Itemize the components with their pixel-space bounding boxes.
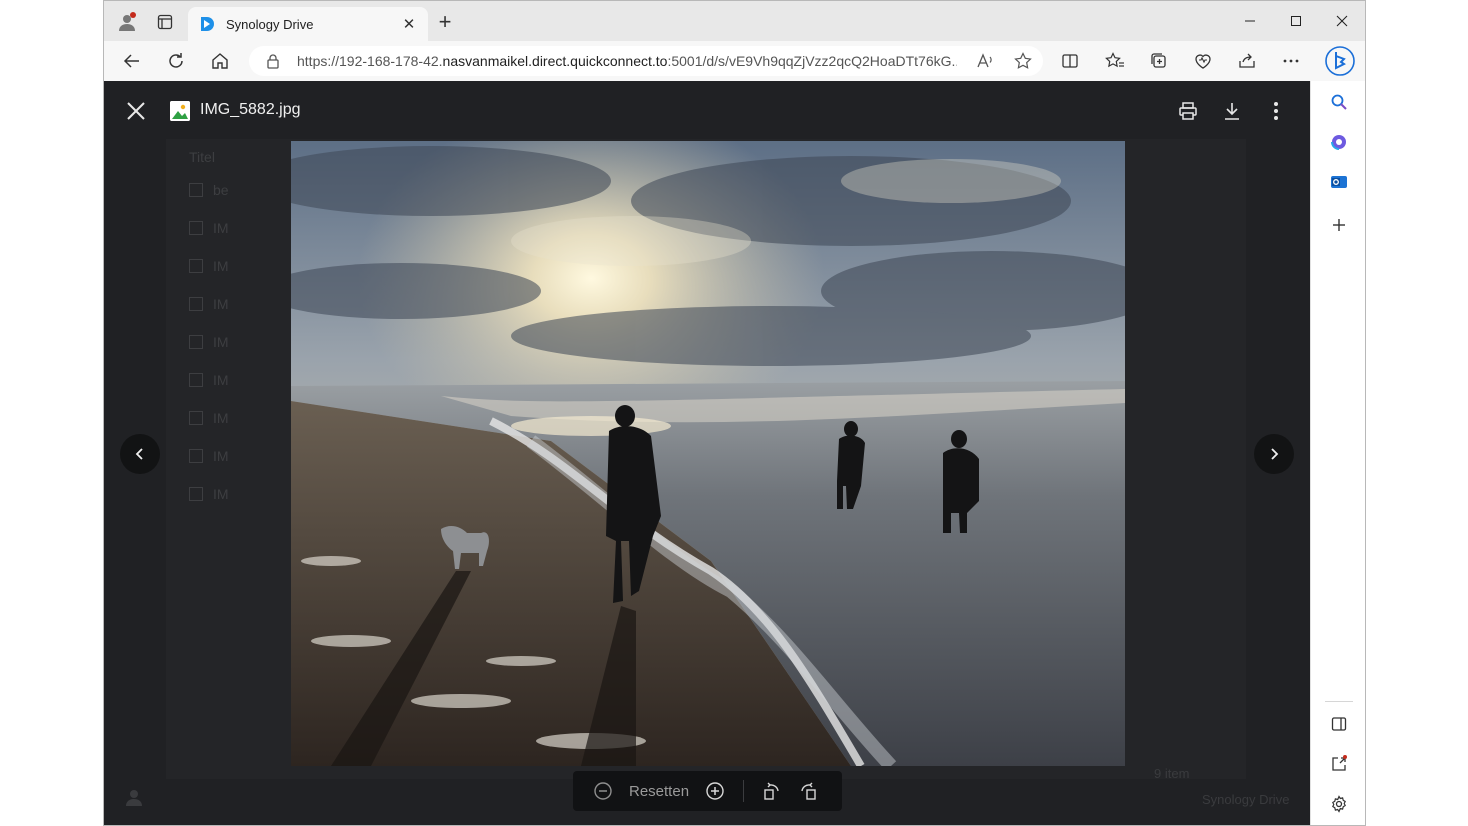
split-screen-icon[interactable]	[1059, 50, 1081, 72]
file-icon	[189, 487, 203, 501]
back-icon[interactable]	[121, 50, 143, 72]
favorite-star-icon[interactable]	[1013, 51, 1033, 71]
row-label: IM	[213, 448, 229, 464]
background-row: be	[189, 180, 229, 200]
background-row: IM	[189, 446, 229, 466]
sidebar-outlook-icon[interactable]	[1328, 171, 1350, 193]
more-menu-icon[interactable]	[1280, 50, 1302, 72]
file-icon	[189, 183, 203, 197]
image-viewer: Titel be IM IM IM IM IM IM IM IM 9 item …	[104, 81, 1310, 825]
url-text[interactable]: https://192-168-178-42.nasvanmaikel.dire…	[297, 53, 957, 69]
row-label: IM	[213, 220, 229, 236]
file-icon	[189, 297, 203, 311]
new-tab-button[interactable]: +	[435, 11, 455, 33]
file-icon	[189, 335, 203, 349]
bing-copilot-icon[interactable]	[1325, 46, 1355, 76]
download-icon[interactable]	[1220, 99, 1244, 123]
background-row: IM	[189, 370, 229, 390]
background-column-header: Titel	[189, 147, 215, 167]
row-label: IM	[213, 334, 229, 350]
tab-bar: Synology Drive ✕ +	[104, 1, 1365, 41]
background-row: IM	[189, 484, 229, 504]
background-user-icon	[124, 787, 144, 807]
background-row: IM	[189, 408, 229, 428]
lock-icon[interactable]	[265, 53, 281, 69]
row-label: IM	[213, 410, 229, 426]
viewer-close-icon[interactable]	[124, 99, 148, 123]
collections-icon[interactable]	[1148, 50, 1170, 72]
chevron-left-icon	[135, 448, 143, 460]
image-file-icon	[170, 101, 190, 121]
background-row: IM	[189, 218, 229, 238]
zoom-out-icon[interactable]	[591, 779, 615, 803]
background-row: IM	[189, 332, 229, 352]
address-row: https://192-168-178-42.nasvanmaikel.dire…	[104, 41, 1365, 81]
background-item-count: 9 item	[1154, 766, 1190, 781]
beach-photo	[291, 141, 1125, 766]
url-path: :5001/d/s/vE9Vh9qqZjVzz2qcQ2HoaDTt76kG..…	[667, 53, 957, 69]
row-label: be	[213, 182, 229, 198]
tab-actions-icon[interactable]	[154, 11, 176, 33]
zoom-reset-button[interactable]: Resetten	[629, 783, 689, 800]
sidebar-settings-icon[interactable]	[1328, 793, 1350, 815]
column-header-title: Titel	[189, 149, 215, 165]
toolbar-divider	[743, 780, 745, 802]
file-icon	[189, 221, 203, 235]
background-row: IM	[189, 256, 229, 276]
file-icon	[189, 449, 203, 463]
sidebar-divider	[1325, 701, 1353, 702]
sidebar-add-icon[interactable]	[1328, 214, 1350, 236]
synology-drive-favicon-icon	[201, 17, 214, 31]
viewer-header: IMG_5882.jpg	[104, 81, 1310, 141]
print-icon[interactable]	[1176, 99, 1200, 123]
maximize-icon[interactable]	[1285, 11, 1307, 31]
sidebar-search-icon[interactable]	[1328, 91, 1350, 113]
minimize-icon[interactable]	[1239, 11, 1261, 31]
open-external-icon[interactable]	[1328, 753, 1350, 775]
zoom-toolbar: Resetten	[573, 771, 842, 811]
hide-sidebar-icon[interactable]	[1328, 713, 1350, 735]
row-label: IM	[213, 372, 229, 388]
tab-close-icon[interactable]: ✕	[400, 15, 418, 33]
row-label: IM	[213, 486, 229, 502]
tab-synology-drive[interactable]: Synology Drive ✕	[188, 7, 428, 41]
zoom-in-icon[interactable]	[703, 779, 727, 803]
browser-window: Synology Drive ✕ + https://192-168-178-4…	[103, 0, 1366, 826]
previous-image-button[interactable]	[120, 434, 160, 474]
row-label: IM	[213, 296, 229, 312]
row-label: IM	[213, 258, 229, 274]
file-icon	[189, 259, 203, 273]
background-footer-brand: Synology Drive	[1202, 792, 1290, 807]
refresh-icon[interactable]	[165, 50, 187, 72]
home-icon[interactable]	[209, 50, 231, 72]
url-prefix: https://192-168-178-42.	[297, 53, 443, 69]
share-icon[interactable]	[1236, 50, 1258, 72]
url-host: nasvanmaikel.direct.quickconnect.to	[442, 53, 668, 69]
tab-title: Synology Drive	[226, 16, 314, 32]
edge-sidebar	[1310, 81, 1365, 825]
background-row: IM	[189, 294, 229, 314]
rotate-left-icon[interactable]	[760, 779, 784, 803]
sidebar-copilot-icon[interactable]	[1328, 131, 1350, 153]
rotate-right-icon[interactable]	[796, 779, 820, 803]
browser-essentials-icon[interactable]	[1192, 50, 1214, 72]
file-icon	[189, 373, 203, 387]
address-bar[interactable]: https://192-168-178-42.nasvanmaikel.dire…	[249, 46, 1043, 76]
next-image-button[interactable]	[1254, 434, 1294, 474]
favorites-icon[interactable]	[1104, 50, 1126, 72]
viewer-file-name: IMG_5882.jpg	[200, 101, 301, 118]
file-icon	[189, 411, 203, 425]
window-close-icon[interactable]	[1331, 11, 1353, 31]
profile-icon[interactable]	[116, 11, 138, 33]
viewer-more-icon[interactable]	[1264, 99, 1288, 123]
read-aloud-icon[interactable]	[975, 51, 995, 71]
photo-preview[interactable]	[291, 141, 1125, 766]
chevron-right-icon	[1271, 448, 1279, 460]
